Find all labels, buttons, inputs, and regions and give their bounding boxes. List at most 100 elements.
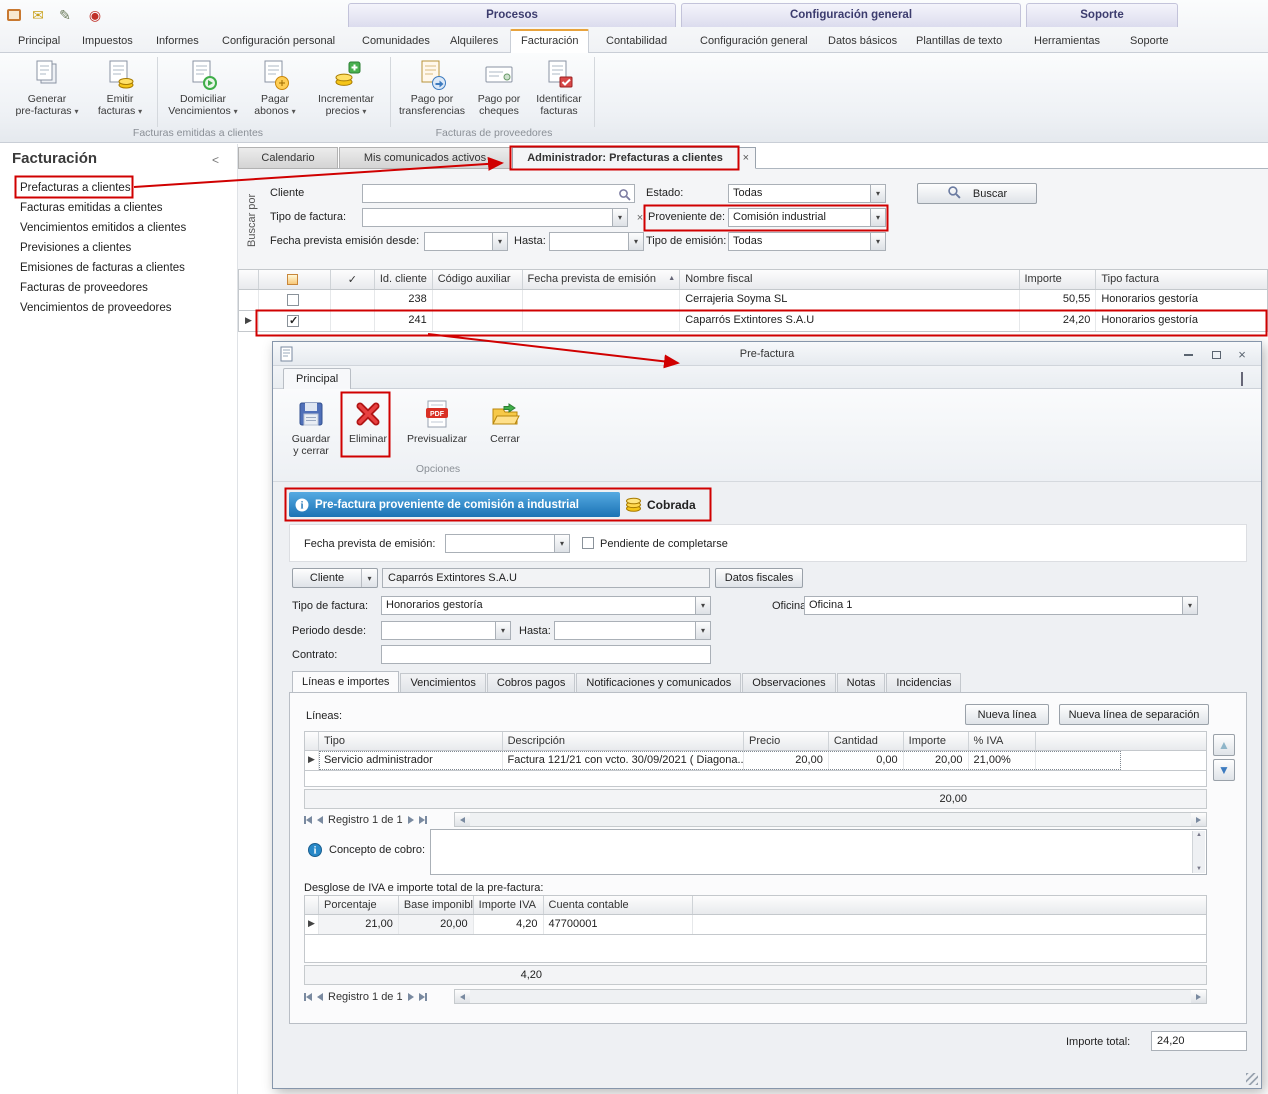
col-iva[interactable]: % IVA bbox=[969, 732, 1037, 750]
dropdown-icon[interactable]: ▾ bbox=[554, 535, 569, 552]
scroll-left-icon[interactable] bbox=[455, 813, 470, 826]
pago-transferencias-button[interactable]: Pago por transferencias bbox=[398, 57, 466, 123]
identificar-facturas-button[interactable]: Identificar facturas bbox=[532, 57, 586, 123]
tab-cobros-pagos[interactable]: Cobros pagos bbox=[487, 673, 576, 693]
periodo-hasta-select[interactable]: ▾ bbox=[554, 621, 711, 640]
dropdown-icon[interactable]: ▾ bbox=[361, 569, 377, 587]
dropdown-icon[interactable]: ▾ bbox=[628, 233, 643, 250]
grid-col-codigo[interactable]: Código auxiliar bbox=[433, 270, 523, 289]
generar-prefacturas-button[interactable]: Generar pre-facturas ▾ bbox=[14, 57, 80, 123]
grid-row-238[interactable]: 238 Cerrajeria Soyma SL 50,55 Honorarios… bbox=[238, 290, 1268, 311]
app-icon[interactable] bbox=[5, 6, 23, 24]
ribbon-tab-alquileres[interactable]: Alquileres bbox=[440, 29, 508, 53]
ribbon-tab-comunidades[interactable]: Comunidades bbox=[352, 29, 440, 53]
domiciliar-vencimientos-button[interactable]: Domiciliar Vencimientos ▾ bbox=[166, 57, 240, 123]
sidebar-item-facturas-emitidas[interactable]: Facturas emitidas a clientes bbox=[20, 198, 163, 218]
col-tipo[interactable]: Tipo bbox=[319, 732, 503, 750]
tab-incidencias[interactable]: Incidencias bbox=[886, 673, 961, 693]
cliente-input[interactable] bbox=[362, 184, 635, 203]
dropdown-icon[interactable]: ▾ bbox=[870, 233, 885, 250]
ribbon-tab-configuracion-personal[interactable]: Configuración personal bbox=[212, 29, 345, 53]
scroll-left-icon[interactable] bbox=[455, 990, 470, 1003]
textarea-scrollbar[interactable]: ▲ ▼ bbox=[1192, 831, 1205, 873]
ribbon-tab-facturacion[interactable]: Facturación bbox=[510, 29, 589, 54]
contrato-input[interactable] bbox=[381, 645, 711, 664]
sidebar-item-prefacturas[interactable]: Prefacturas a clientes bbox=[20, 178, 131, 198]
dialog-titlebar[interactable]: Pre-factura × bbox=[273, 342, 1261, 366]
search-icon[interactable] bbox=[618, 188, 631, 204]
pager-last-icon[interactable] bbox=[419, 993, 427, 1001]
edit-icon[interactable]: ✎ bbox=[56, 6, 74, 24]
pager-prev-icon[interactable] bbox=[317, 993, 323, 1001]
fecha-desde-select[interactable]: ▾ bbox=[424, 232, 508, 251]
col-porcentaje[interactable]: Porcentaje bbox=[319, 896, 399, 914]
buscar-button[interactable]: Buscar bbox=[917, 183, 1037, 204]
select-all-checkbox-icon[interactable] bbox=[287, 274, 298, 285]
move-line-down-button[interactable]: ▼ bbox=[1213, 759, 1235, 781]
oficina-select[interactable]: Oficina 1 ▾ bbox=[804, 596, 1198, 615]
grid-col-importe[interactable]: Importe bbox=[1020, 270, 1097, 289]
ribbon-tab-impuestos[interactable]: Impuestos bbox=[72, 29, 143, 53]
dropdown-icon[interactable]: ▾ bbox=[612, 209, 627, 226]
resize-grip[interactable] bbox=[1246, 1073, 1258, 1085]
iva-row[interactable]: ▶ 21,00 20,00 4,20 47700001 bbox=[304, 915, 1207, 935]
mail-icon[interactable]: ✉ bbox=[29, 6, 47, 24]
close-icon[interactable]: × bbox=[1231, 347, 1253, 362]
pagar-abonos-button[interactable]: Pagar abonos ▾ bbox=[246, 57, 304, 123]
pager-first-icon[interactable] bbox=[304, 816, 312, 824]
col-descripcion[interactable]: Descripción bbox=[503, 732, 744, 750]
tab-notificaciones[interactable]: Notificaciones y comunicados bbox=[576, 673, 741, 693]
previsualizar-button[interactable]: PDF Previsualizar bbox=[403, 397, 471, 459]
row-checkbox-cell[interactable] bbox=[259, 311, 331, 331]
dialog-tab-principal[interactable]: Principal bbox=[283, 368, 351, 389]
sidebar-item-vencimientos-proveedores[interactable]: Vencimientos de proveedores bbox=[20, 298, 172, 318]
pager-next-icon[interactable] bbox=[408, 993, 414, 1001]
col-cantidad[interactable]: Cantidad bbox=[829, 732, 904, 750]
minimize-icon[interactable] bbox=[1177, 347, 1199, 362]
nueva-linea-separacion-button[interactable]: Nueva línea de separación bbox=[1059, 704, 1209, 725]
close-tab-icon[interactable]: × bbox=[743, 148, 749, 169]
sidebar-item-previsiones[interactable]: Previsiones a clientes bbox=[20, 238, 131, 258]
clear-filter-icon[interactable]: × bbox=[632, 208, 648, 227]
tipo-emision-select[interactable]: Todas ▾ bbox=[728, 232, 886, 251]
dropdown-icon[interactable]: ▾ bbox=[695, 597, 710, 614]
pendiente-checkbox[interactable] bbox=[582, 537, 594, 549]
doc-tab-comunicados[interactable]: Mis comunicados activos bbox=[339, 147, 511, 169]
estado-select[interactable]: Todas ▾ bbox=[728, 184, 886, 203]
dropdown-icon[interactable]: ▾ bbox=[695, 622, 710, 639]
dropdown-icon[interactable]: ▾ bbox=[870, 209, 885, 226]
scroll-down-icon[interactable]: ▼ bbox=[1196, 866, 1202, 872]
col-precio[interactable]: Precio bbox=[744, 732, 829, 750]
sidebar-collapse-icon[interactable]: < bbox=[212, 153, 219, 167]
dropdown-icon[interactable]: ▾ bbox=[1182, 597, 1197, 614]
ribbon-tab-plantillas[interactable]: Plantillas de texto bbox=[906, 29, 1012, 53]
tab-observaciones[interactable]: Observaciones bbox=[742, 673, 835, 693]
row-checkbox[interactable] bbox=[287, 315, 299, 327]
grid-col-tipo[interactable]: Tipo factura bbox=[1096, 270, 1267, 289]
proveniente-select[interactable]: Comisión industrial ▾ bbox=[728, 208, 886, 227]
tab-notas[interactable]: Notas bbox=[837, 673, 886, 693]
record-icon[interactable]: ◉ bbox=[86, 6, 104, 24]
datos-fiscales-button[interactable]: Datos fiscales bbox=[715, 568, 803, 588]
row-checkbox[interactable] bbox=[287, 294, 299, 306]
periodo-desde-select[interactable]: ▾ bbox=[381, 621, 511, 640]
ribbon-tab-informes[interactable]: Informes bbox=[146, 29, 209, 53]
scroll-right-icon[interactable] bbox=[1191, 813, 1206, 826]
scroll-up-icon[interactable]: ▲ bbox=[1196, 832, 1202, 838]
ribbon-tab-contabilidad[interactable]: Contabilidad bbox=[596, 29, 677, 53]
row-checkbox-cell[interactable] bbox=[259, 290, 331, 310]
tipo-factura-select[interactable]: Honorarios gestoría ▾ bbox=[381, 596, 711, 615]
maximize-icon[interactable] bbox=[1205, 347, 1227, 362]
move-line-up-button[interactable]: ▲ bbox=[1213, 734, 1235, 756]
doc-tab-prefacturas[interactable]: Administrador: Prefacturas a clientes × bbox=[512, 147, 756, 169]
col-importe[interactable]: Importe bbox=[904, 732, 969, 750]
horizontal-scrollbar[interactable] bbox=[454, 812, 1207, 827]
grid-col-nombre[interactable]: Nombre fiscal bbox=[680, 270, 1019, 289]
nueva-linea-button[interactable]: Nueva línea bbox=[965, 704, 1049, 725]
horizontal-scrollbar[interactable] bbox=[454, 989, 1207, 1004]
ribbon-tab-datos-basicos[interactable]: Datos básicos bbox=[818, 29, 907, 53]
dropdown-icon[interactable]: ▾ bbox=[870, 185, 885, 202]
grid-row-241[interactable]: ▶ 241 Caparrós Extintores S.A.U 24,20 Ho… bbox=[238, 311, 1268, 332]
sidebar-item-facturas-proveedores[interactable]: Facturas de proveedores bbox=[20, 278, 148, 298]
ribbon-tab-soporte[interactable]: Soporte bbox=[1120, 29, 1179, 53]
